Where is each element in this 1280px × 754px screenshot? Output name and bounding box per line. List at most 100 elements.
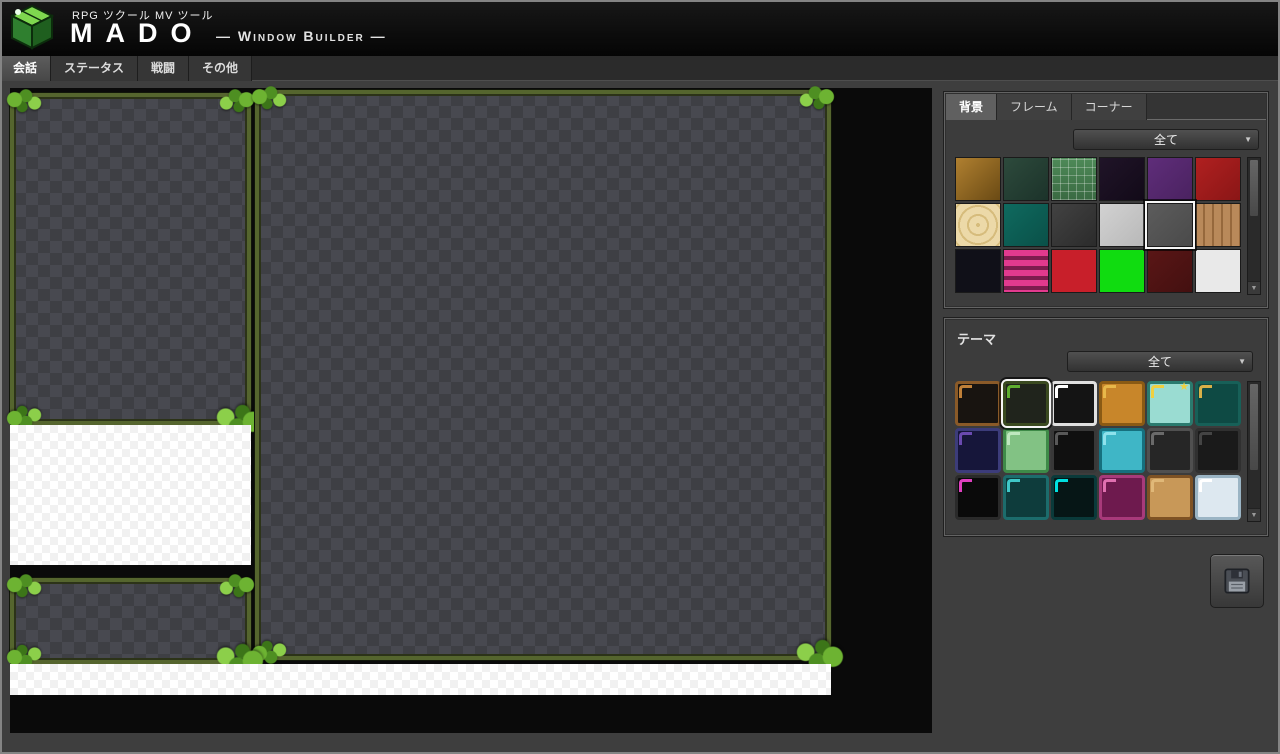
tab-sentou[interactable]: 戦闘 [138,56,189,81]
theme-thumbnail[interactable] [1099,475,1145,520]
theme-thumbnail[interactable] [1099,381,1145,426]
theme-panel: テーマ 全て ▼ ★ ▼ [944,318,1268,536]
scroll-down-button[interactable]: ▼ [1248,508,1260,521]
theme-thumbnail[interactable] [1147,475,1193,520]
mado-logo-icon [6,2,58,54]
save-icon [1223,567,1251,595]
theme-corner-ornament-icon [1103,385,1116,398]
texture-swatch[interactable] [1003,249,1049,293]
chevron-down-icon: ▼ [1238,358,1246,366]
theme-thumbnail[interactable] [1003,428,1049,473]
theme-corner-ornament-icon [959,432,972,445]
texture-swatch[interactable] [1147,203,1193,247]
tab-sonota[interactable]: その他 [189,56,252,81]
theme-corner-ornament-icon [1055,432,1068,445]
scrollbar-thumb[interactable] [1249,383,1259,471]
theme-thumbnail[interactable] [1195,381,1241,426]
theme-panel-title: テーマ [957,329,996,348]
texture-swatch[interactable] [1051,157,1097,201]
vine-corner-icon [218,573,256,599]
texture-swatch[interactable] [1195,249,1241,293]
theme-thumbnail[interactable] [1003,475,1049,520]
theme-filter-dropdown[interactable]: 全て ▼ [1067,351,1253,372]
theme-thumbnail[interactable] [955,381,1001,426]
theme-thumbnail[interactable] [1051,475,1097,520]
background-filter-value: 全て [1154,131,1178,148]
theme-thumbnail[interactable]: ★ [1147,381,1193,426]
scroll-down-icon: ▼ [1251,512,1258,519]
app-title-suffix: — Window Builder — [216,28,387,44]
texture-swatch[interactable] [1099,203,1145,247]
tab-frame[interactable]: フレーム [997,94,1072,120]
chevron-down-icon: ▼ [1244,136,1252,144]
preview-window-main[interactable] [255,90,831,660]
theme-thumbnail[interactable] [955,475,1001,520]
preview-canvas[interactable] [10,88,932,733]
tab-status[interactable]: ステータス [51,56,138,81]
scroll-down-icon: ▼ [1251,285,1258,292]
theme-corner-ornament-icon [1007,479,1020,492]
theme-corner-ornament-icon [1151,432,1164,445]
theme-corner-ornament-icon [1103,432,1116,445]
theme-corner-ornament-icon [1151,385,1164,398]
preview-blank-strip [10,664,831,695]
scroll-down-button[interactable]: ▼ [1248,281,1260,294]
vine-corner-icon [218,88,256,114]
theme-filter-value: 全て [1148,353,1172,370]
theme-corner-ornament-icon [1199,479,1212,492]
theme-corner-ornament-icon [959,479,972,492]
theme-corner-ornament-icon [1103,479,1116,492]
scrollbar-thumb[interactable] [1249,159,1259,217]
theme-star-icon: ★ [1179,382,1189,393]
background-scrollbar[interactable]: ▼ [1247,157,1261,295]
save-button[interactable] [1210,554,1264,608]
tab-corner[interactable]: コーナー [1072,94,1147,120]
texture-swatch[interactable] [1051,203,1097,247]
preview-window-left[interactable] [10,93,251,425]
texture-swatch[interactable] [1147,249,1193,293]
vine-corner-icon [5,88,43,114]
theme-thumbnail-grid: ★ [955,381,1241,520]
texture-swatch[interactable] [1003,203,1049,247]
theme-thumbnail[interactable] [1003,381,1049,426]
texture-swatch[interactable] [1051,249,1097,293]
vine-corner-icon [250,639,288,665]
theme-corner-ornament-icon [1007,432,1020,445]
tab-kaiwa[interactable]: 会話 [0,56,51,81]
theme-corner-ornament-icon [1199,432,1212,445]
theme-corner-ornament-icon [959,385,972,398]
theme-thumbnail[interactable] [1195,475,1241,520]
theme-corner-ornament-icon [1199,385,1212,398]
texture-swatch[interactable] [955,157,1001,201]
main-tab-bar: 会話 ステータス 戦闘 その他 [0,56,1280,81]
theme-thumbnail[interactable] [1051,381,1097,426]
theme-corner-ornament-icon [1055,385,1068,398]
preview-window-bottom[interactable] [10,578,251,664]
theme-thumbnail[interactable] [1147,428,1193,473]
texture-swatch[interactable] [1195,157,1241,201]
theme-thumbnail[interactable] [955,428,1001,473]
texture-swatch[interactable] [955,249,1001,293]
app-title: MADO [70,18,205,49]
theme-thumbnail[interactable] [1099,428,1145,473]
background-filter-dropdown[interactable]: 全て ▼ [1073,129,1259,150]
texture-swatch[interactable] [1099,249,1145,293]
background-panel: 背景 フレーム コーナー 全て ▼ ▼ [944,92,1268,308]
vine-corner-icon [250,85,288,111]
theme-corner-ornament-icon [1055,479,1068,492]
tab-haikei[interactable]: 背景 [946,94,997,120]
mado-window: RPG ツクール MV ツール MADO — Window Builder — … [0,0,1280,754]
theme-scrollbar[interactable]: ▼ [1247,381,1261,522]
theme-thumbnail[interactable] [1195,428,1241,473]
texture-swatch[interactable] [1195,203,1241,247]
texture-swatch[interactable] [955,203,1001,247]
vine-corner-icon [798,85,836,111]
vine-corner-icon [5,573,43,599]
theme-corner-ornament-icon [1007,385,1020,398]
theme-corner-ornament-icon [1151,479,1164,492]
texture-swatch[interactable] [1099,157,1145,201]
theme-thumbnail[interactable] [1051,428,1097,473]
texture-swatch[interactable] [1003,157,1049,201]
texture-swatch-grid [955,157,1241,293]
texture-swatch[interactable] [1147,157,1193,201]
